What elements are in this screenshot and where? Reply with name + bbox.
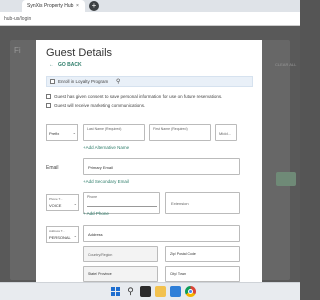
consent-checkbox[interactable] [46,94,51,99]
extension-field[interactable]: Extension [165,192,240,214]
background-button[interactable] [276,172,296,186]
task-view-icon[interactable] [140,286,151,297]
address-type-value: PERSONAL [49,235,71,240]
middle-name-field[interactable]: Midd... [215,124,237,141]
consent-label: Guest has given consent to save personal… [54,94,223,99]
marketing-label: Guest will receive marketing communicati… [54,103,146,108]
go-back-label: GO BACK [58,62,82,68]
store-icon[interactable] [170,286,181,297]
chevron-down-icon: ⌄ [73,201,77,206]
last-name-field[interactable]: Last Name (Required) [83,124,145,141]
address-label: Address [88,232,103,237]
chevron-down-icon: ⌄ [73,233,77,238]
primary-email-placeholder: Primary Email [88,165,113,170]
phone-type-select[interactable]: Phone T... VOICE ⌄ [46,194,79,211]
browser-tab-strip: SynXis Property Hub × + [0,0,300,12]
first-name-field[interactable]: First Name (Required) [149,124,211,141]
tab-close-icon[interactable]: × [76,3,79,9]
address-type-select[interactable]: Address T... PERSONAL ⌄ [46,226,79,243]
city-field[interactable]: City/ Town [165,266,240,282]
email-label: Email [46,165,59,171]
zip-field[interactable]: Zip/ Postal Code [165,246,240,262]
phone-type-value: VOICE [49,203,62,208]
taskbar: ⚲ [0,282,300,300]
guest-details-modal: Guest Details ← GO BACK Enroll in Loyalty… [36,40,262,282]
prefix-label: Prefix [49,131,60,136]
add-alternative-name-link[interactable]: +Add Alternative Name [83,145,129,150]
address-bar[interactable]: hub-us/login [0,12,300,26]
file-explorer-icon[interactable] [155,286,166,297]
phone-label: Phone [87,195,98,199]
back-arrow-icon: ← [49,62,54,68]
phone-underline [87,206,157,207]
zip-label: Zip/ Postal Code [170,252,196,256]
modal-title: Guest Details [46,47,113,59]
add-secondary-email-link[interactable]: +Add Secondary Email [83,179,129,184]
add-phone-link[interactable]: + Add Phone [83,211,109,216]
chevron-down-icon: ⌄ [72,130,76,135]
phone-type-label: Phone T... [49,197,63,201]
extension-label: Extension [171,201,189,206]
state-select[interactable]: State/ Province [83,266,158,282]
middle-name-label: Midd... [219,131,232,136]
go-back-link[interactable]: ← GO BACK [49,62,82,68]
search-icon[interactable]: ⚲ [125,286,136,297]
url-text: hub-us/login [4,16,32,22]
clear-all-link[interactable]: CLEAR ALL [275,62,296,67]
new-tab-button[interactable]: + [89,1,99,11]
windows-start-icon[interactable] [110,286,121,297]
trophy-icon: ⚲ [116,79,121,85]
prefix-select[interactable]: Prefix ⌄ [46,124,78,141]
browser-tab-title: SynXis Property Hub [27,3,74,9]
chrome-icon[interactable] [185,286,196,297]
last-name-label: Last Name (Required) [87,127,122,131]
state-label: State/ Province [88,272,112,276]
address-type-label: Address T... [49,229,65,233]
loyalty-row: Enroll in Loyalty Program ⚲ [46,76,253,87]
address-field[interactable]: Address [83,225,240,242]
country-label: Country/Region [88,253,113,257]
first-name-label: First Name (Required) [153,127,188,131]
country-select[interactable]: Country/Region [83,246,158,262]
background-title: Fi [14,46,21,55]
loyalty-checkbox[interactable] [50,79,55,84]
loyalty-label: Enroll in Loyalty Program [58,79,109,84]
primary-email-field[interactable]: Primary Email [83,158,240,175]
city-label: City/ Town [170,272,187,276]
marketing-checkbox[interactable] [46,103,51,108]
